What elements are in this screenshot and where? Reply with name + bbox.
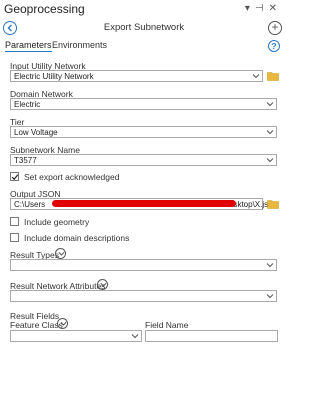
output-json-value-start: C:\Users (14, 200, 46, 209)
result-types-select[interactable] (10, 259, 277, 271)
subnetwork-name-select[interactable]: T3577 (10, 154, 277, 166)
tool-title: Export Subnetwork (103, 22, 185, 33)
domain-network-select[interactable]: Electric (10, 98, 277, 110)
tab-parameters[interactable]: Parameters (5, 40, 52, 52)
pane-title: Geoprocessing (4, 2, 85, 16)
menu-chevron-icon[interactable]: ▾ (245, 3, 255, 14)
folder-icon[interactable] (267, 199, 279, 209)
set-export-acknowledged-checkbox[interactable] (10, 172, 19, 181)
help-icon: ? (271, 41, 277, 51)
chevron-down-icon (57, 251, 65, 256)
window-controls[interactable]: ▾⊣✕ (245, 3, 282, 14)
chevron-down-icon (131, 334, 139, 339)
chevron-down-icon (99, 282, 107, 287)
include-geometry-label: Include geometry (24, 217, 90, 227)
chevron-down-icon (266, 263, 274, 268)
tab-environments[interactable]: Environments (52, 40, 107, 50)
chevron-down-icon (252, 74, 260, 79)
include-geometry-checkbox[interactable] (10, 217, 19, 226)
tier-select[interactable]: Low Voltage (10, 126, 277, 138)
close-icon[interactable]: ✕ (269, 3, 282, 14)
include-domain-descriptions-checkbox[interactable] (10, 233, 19, 242)
result-network-attributes-select[interactable] (10, 290, 277, 302)
set-export-acknowledged-label: Set export acknowledged (24, 172, 120, 182)
tool-header: Export Subnetwork + (0, 18, 288, 38)
redaction-mark (52, 200, 236, 207)
field-name-label: Field Name (145, 320, 189, 330)
input-utility-network-value: Electric Utility Network (14, 72, 94, 81)
plus-icon: + (271, 20, 279, 34)
chevron-down-icon (59, 321, 67, 326)
checkmark-icon (11, 174, 19, 181)
result-fields-expand-button[interactable] (57, 318, 68, 329)
chevron-down-icon (266, 102, 274, 107)
help-button[interactable]: ? (268, 40, 280, 52)
domain-network-value: Electric (14, 100, 41, 109)
chevron-down-icon (266, 158, 274, 163)
feature-class-select[interactable] (10, 330, 142, 342)
include-domain-descriptions-label: Include domain descriptions (24, 233, 130, 243)
chevron-down-icon (266, 294, 274, 299)
chevron-down-icon (266, 130, 274, 135)
field-name-input[interactable] (145, 330, 278, 342)
add-button[interactable]: + (268, 21, 282, 35)
input-utility-network-select[interactable]: Electric Utility Network (10, 70, 263, 82)
folder-icon[interactable] (267, 71, 279, 81)
result-network-attributes-expand-button[interactable] (97, 279, 108, 290)
pin-icon[interactable]: ⊣ (255, 3, 269, 14)
pane-titlebar: Geoprocessing ▾⊣✕ (0, 0, 288, 20)
tier-value: Low Voltage (14, 128, 58, 137)
result-types-expand-button[interactable] (55, 248, 66, 259)
feature-class-label: Feature Class (10, 320, 63, 330)
subnetwork-name-value: T3577 (14, 156, 37, 165)
